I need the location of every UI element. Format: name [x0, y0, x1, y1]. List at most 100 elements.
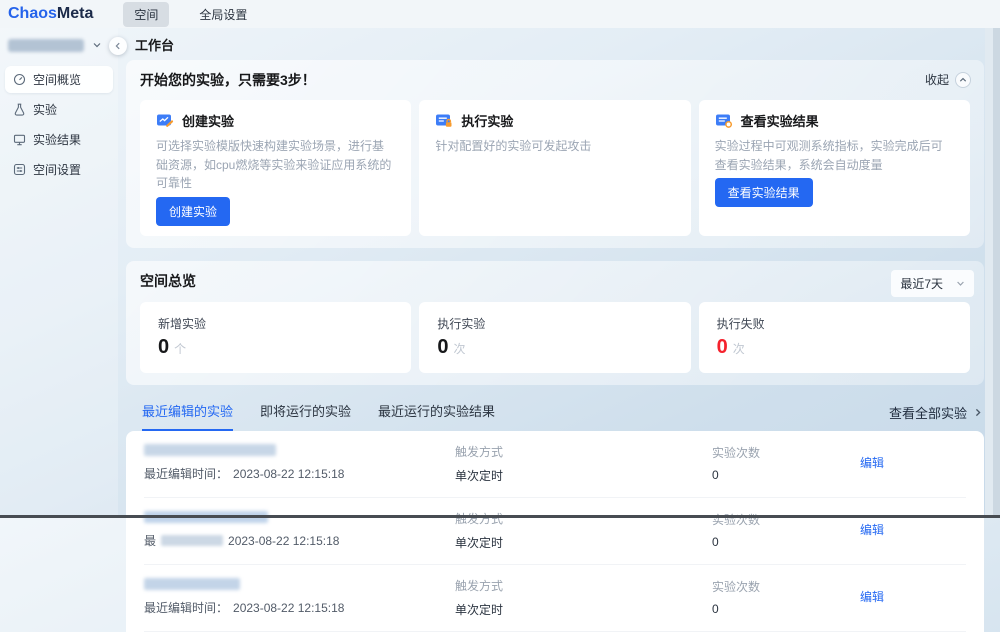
- overview-panel: 空间总览 最近7天 新增实验 0 个 执行实验 0 次 执行失败 0 次: [126, 260, 984, 385]
- edit-time-value: 2023-08-22 12:15:18: [228, 533, 340, 548]
- stat-value: 0: [716, 335, 728, 358]
- trigger-label: 触发方式: [455, 578, 504, 593]
- step-card-view-results: 查看实验结果 实验过程中可观测系统指标，实验完成后可查看实验结果，系统会自动度量…: [698, 100, 970, 236]
- sidebar-item-label: 空间概览: [33, 73, 82, 87]
- edit-time-value: 2023-08-22 12:15:18: [233, 466, 345, 481]
- logo-part2: Meta: [56, 5, 94, 22]
- stat-unit: 次: [453, 341, 466, 356]
- edit-time-value: 2023-08-22 12:15:18: [233, 600, 345, 615]
- collapse-label: 收起: [924, 73, 949, 87]
- edit-experiment-link[interactable]: 编辑: [860, 456, 884, 470]
- step-description: 实验过程中可观测系统指标，实验完成后可查看实验结果，系统会自动度量: [714, 139, 943, 172]
- edit-time-label: 最近编辑时间：: [144, 467, 229, 482]
- top-bar: ChaosMeta 空间 全局设置: [0, 0, 1000, 28]
- view-all-experiments-link[interactable]: 查看全部实验: [889, 403, 982, 431]
- chevron-left-icon: [115, 42, 120, 50]
- chevron-up-icon[interactable]: [955, 71, 971, 88]
- sidebar-item-experiment-results[interactable]: 实验结果: [5, 126, 113, 153]
- table-row[interactable]: 最近编辑时间： 2023-08-22 12:15:18 触发方式 单次定时 实验…: [144, 565, 966, 632]
- sidebar-item-experiments[interactable]: 实验: [5, 96, 113, 123]
- guide-collapse-toggle[interactable]: 收起: [925, 71, 971, 88]
- guide-steps: 创建实验 可选择实验模版快速构建实验场景，进行基础资源，如cpu燃烧等实验来验证…: [140, 100, 970, 236]
- experiment-name-redacted: [144, 578, 240, 591]
- sidebar-item-label: 实验结果: [33, 133, 82, 147]
- sidebar-item-label: 实验: [33, 103, 58, 117]
- trigger-value: 单次定时: [455, 468, 504, 483]
- chevron-down-icon: [957, 281, 964, 286]
- count-value: 0: [712, 535, 719, 550]
- sidebar-item-space-overview[interactable]: 空间概览: [5, 66, 113, 93]
- sidebar: 空间概览 实验 实验结果 空间设置: [0, 28, 118, 515]
- edit-experiment-link[interactable]: 编辑: [860, 523, 884, 537]
- date-range-value: 最近7天: [900, 276, 943, 291]
- create-experiment-button[interactable]: 创建实验: [156, 196, 231, 226]
- tab-recent-results[interactable]: 最近运行的实验结果: [378, 401, 495, 431]
- count-label: 实验次数: [712, 446, 761, 461]
- gauge-icon: [13, 73, 26, 86]
- view-results-icon: [715, 112, 733, 129]
- count-value: 0: [712, 468, 719, 483]
- content: 开始您的实验，只需要3步！ 收起 创建实验 可选择实验模版快速构建实验场景，进行…: [126, 60, 984, 632]
- overview-stats: 新增实验 0 个 执行实验 0 次 执行失败 0 次: [140, 301, 970, 373]
- flask-icon: [13, 103, 26, 116]
- scrollbar[interactable]: [985, 0, 1000, 518]
- workspace-name-redacted: [8, 38, 84, 52]
- date-range-select[interactable]: 最近7天: [891, 269, 974, 297]
- edit-time-label: 最: [144, 534, 157, 549]
- stat-card-failed-executions: 执行失败 0 次: [698, 301, 970, 373]
- create-experiment-icon: [156, 112, 174, 129]
- scrollbar-thumb[interactable]: [993, 0, 1000, 518]
- stat-label: 执行失败: [716, 316, 765, 331]
- step-card-run-experiment: 执行实验 针对配置好的实验可发起攻击: [419, 100, 691, 236]
- main-area: 工作台 开始您的实验，只需要3步！ 收起 创建实验 可选择实验模版快速构建实验场…: [118, 28, 1000, 632]
- stat-card-new-experiments: 新增实验 0 个: [140, 301, 412, 373]
- experiment-cell: 最近编辑时间： 2023-08-22 12:15:18: [144, 444, 455, 482]
- step-title: 执行实验: [461, 114, 514, 129]
- monitor-icon: [13, 133, 26, 146]
- count-label: 实验次数: [712, 513, 761, 528]
- count-cell: 实验次数 0: [712, 444, 860, 482]
- stat-value: 0: [158, 335, 170, 358]
- trigger-cell: 触发方式 单次定时: [455, 577, 712, 618]
- guide-panel: 开始您的实验，只需要3步！ 收起 创建实验 可选择实验模版快速构建实验场景，进行…: [126, 60, 984, 248]
- logo-part1: Chaos: [8, 5, 57, 22]
- edit-experiment-link[interactable]: 编辑: [860, 590, 884, 604]
- settings-icon: [13, 163, 26, 176]
- trigger-value: 单次定时: [455, 535, 504, 550]
- stat-card-executed-experiments: 执行实验 0 次: [419, 301, 691, 373]
- table-row[interactable]: 最近编辑时间： 2023-08-22 12:15:18 触发方式 单次定时 实验…: [144, 431, 966, 498]
- experiment-table: 最近编辑时间： 2023-08-22 12:15:18 触发方式 单次定时 实验…: [126, 430, 984, 632]
- tab-recently-edited[interactable]: 最近编辑的实验: [142, 401, 234, 431]
- step-description: 可选择实验模版快速构建实验场景，进行基础资源，如cpu燃烧等实验来验证应用系统的…: [156, 139, 392, 191]
- sidebar-item-space-settings[interactable]: 空间设置: [5, 156, 113, 183]
- view-all-label: 查看全部实验: [888, 405, 967, 421]
- edit-time-label-redacted: [161, 535, 224, 547]
- count-value: 0: [712, 602, 719, 617]
- trigger-cell: 触发方式 单次定时: [455, 443, 712, 484]
- stat-unit: 个: [174, 341, 187, 356]
- step-card-create-experiment: 创建实验 可选择实验模版快速构建实验场景，进行基础资源，如cpu燃烧等实验来验证…: [140, 100, 412, 236]
- edit-time-label: 最近编辑时间：: [144, 601, 229, 616]
- trigger-value: 单次定时: [455, 602, 504, 617]
- chevron-right-icon: [975, 408, 981, 416]
- view-results-button[interactable]: 查看实验结果: [714, 178, 813, 208]
- stat-label: 执行实验: [437, 316, 486, 331]
- top-tab-global-settings[interactable]: 全局设置: [195, 2, 251, 27]
- overview-title: 空间总览: [140, 272, 196, 289]
- table-row[interactable]: 最 2023-08-22 12:15:18 触发方式 单次定时 实验次数 0 编…: [144, 498, 966, 565]
- tab-upcoming-runs[interactable]: 即将运行的实验: [260, 401, 351, 431]
- run-experiment-icon: [435, 112, 453, 129]
- trigger-label: 触发方式: [455, 511, 504, 526]
- sidebar-collapse-button[interactable]: [109, 37, 127, 55]
- top-tab-space[interactable]: 空间: [123, 1, 170, 27]
- chaosmeta-logo: ChaosMeta: [8, 5, 93, 23]
- step-title: 创建实验: [182, 114, 235, 129]
- step-description: 针对配置好的实验可发起攻击: [435, 139, 592, 153]
- count-cell: 实验次数 0: [712, 578, 860, 616]
- trigger-label: 触发方式: [455, 444, 504, 459]
- stat-unit: 次: [732, 341, 745, 356]
- page-title: 工作台: [135, 37, 175, 53]
- workspace-selector[interactable]: [0, 28, 118, 62]
- chevron-down-icon[interactable]: [92, 40, 102, 50]
- guide-title: 开始您的实验，只需要3步！: [140, 72, 316, 88]
